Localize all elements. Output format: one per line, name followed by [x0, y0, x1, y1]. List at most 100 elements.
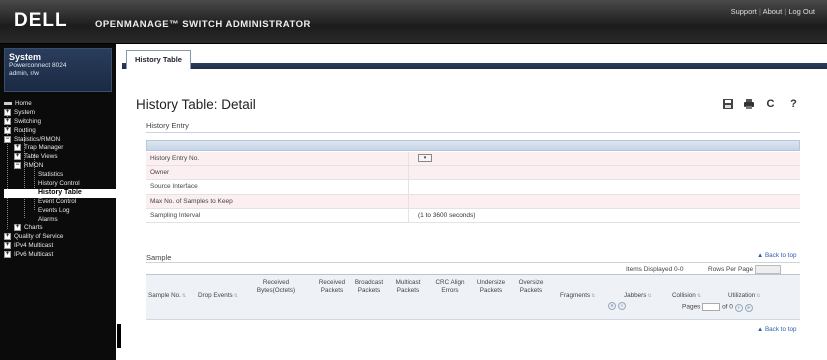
nav-item-ipv4-multicast[interactable]: + IPv4 Multicast [4, 242, 116, 251]
col-sample-no[interactable]: Sample No.⇅ [148, 292, 186, 301]
first-page-icon[interactable]: « [608, 302, 616, 310]
nav-item-switching[interactable]: + Switching [4, 117, 116, 127]
source-interface-label: Source Interface [150, 183, 198, 191]
nav-item-trap-manager[interactable]: + Trap Manager [4, 144, 116, 153]
expand-icon[interactable]: + [14, 224, 21, 232]
form-row-source-interface: Source Interface [146, 180, 800, 195]
section-rule [146, 262, 800, 263]
scrollbar-thumb[interactable] [117, 324, 121, 348]
save-icon[interactable] [721, 98, 734, 111]
col-jabbers[interactable]: Jabbers⇅ [624, 292, 652, 301]
tab-history-table[interactable]: History Table [126, 50, 191, 69]
expand-icon[interactable]: + [4, 126, 11, 134]
nav-item-history-control[interactable]: History Control [4, 180, 116, 189]
expand-icon[interactable]: + [4, 117, 11, 125]
nav-item-table-views[interactable]: + Table Views [4, 153, 116, 162]
col-received-packets[interactable]: Received Packets [318, 279, 346, 294]
nav-item-rmon[interactable]: − RMON [4, 162, 116, 171]
page-toolbar: C ? [721, 98, 811, 112]
col-multicast-packets[interactable]: Multicast Packets [392, 279, 424, 294]
history-entry-header-row [146, 140, 800, 151]
col-collision[interactable]: Collision⇅ [672, 292, 701, 301]
prev-page-icon[interactable]: ‹ [617, 302, 626, 310]
expand-icon[interactable]: + [14, 153, 21, 161]
expand-icon[interactable]: + [4, 251, 11, 259]
system-user: admin, r/w [9, 70, 39, 77]
help-icon[interactable]: ? [787, 98, 800, 111]
expand-icon[interactable]: + [4, 233, 11, 241]
tab-bar: History Table [122, 44, 827, 70]
section-rule [146, 132, 800, 133]
tab-strip [122, 63, 827, 69]
system-info-box[interactable]: System Powerconnect 8024 admin, r/w [4, 48, 112, 92]
system-title: System [9, 52, 42, 62]
page-title: History Table: Detail [136, 97, 256, 112]
dropdown-arrow-icon[interactable]: ▾ [418, 154, 432, 163]
app-title: OPENMANAGE™ SWITCH ADMINISTRATOR [95, 19, 311, 30]
nav-item-event-control[interactable]: Event Control [4, 198, 116, 207]
pagination: Pages of 0 › » [682, 303, 753, 312]
link-separator: | [784, 7, 787, 16]
print-icon[interactable] [742, 98, 755, 111]
form-row-history-entry-no: History Entry No. ▾ [146, 152, 800, 167]
form-row-sampling-interval: Sampling Interval (1 to 3600 seconds) [146, 208, 800, 223]
nav-tree: Home + System + Switching + Routing − Statis… [4, 100, 116, 260]
collapse-icon[interactable]: − [14, 162, 21, 170]
col-fragments[interactable]: Fragments⇅ [560, 292, 595, 301]
last-page-icon[interactable]: » [744, 303, 753, 312]
nav-item-system[interactable]: + System [4, 108, 116, 118]
system-model: Powerconnect 8024 [9, 62, 67, 69]
col-undersize-packets[interactable]: Undersize Packets [474, 279, 508, 294]
nav-item-charts[interactable]: + Charts [4, 224, 116, 233]
form-row-owner: Owner [146, 166, 800, 181]
about-link[interactable]: About [763, 7, 783, 16]
back-to-top-link-bottom[interactable]: ▲ Back to top [757, 326, 797, 333]
page-number-input[interactable] [702, 303, 721, 311]
sample-table: Sample No.⇅ Drop Events⇅ Received Bytes(… [146, 274, 800, 320]
owner-label: Owner [150, 169, 170, 177]
sidebar-scrollbar[interactable] [116, 44, 126, 360]
dell-logo: DELL [14, 10, 68, 31]
nav-item-history-table[interactable]: History Table [4, 188, 116, 198]
next-page-icon[interactable]: › [734, 303, 743, 312]
expand-icon[interactable]: + [4, 242, 11, 250]
sampling-interval-label: Sampling Interval [150, 211, 201, 219]
nav-item-alarms[interactable]: Alarms [4, 216, 116, 225]
sidebar: System Powerconnect 8024 admin, r/w Home… [0, 44, 116, 360]
col-utilization[interactable]: Utilization⇅ [728, 292, 761, 301]
rows-per-page-select[interactable] [754, 265, 781, 274]
col-crc-align-errors[interactable]: CRC Align Errors [432, 279, 468, 294]
expand-icon[interactable]: + [4, 108, 11, 116]
expand-icon[interactable]: + [14, 144, 21, 152]
nav-item-home[interactable]: Home [4, 100, 116, 109]
pagination-prev: « ‹ [608, 302, 626, 310]
link-separator: | [758, 7, 761, 16]
col-drop-events[interactable]: Drop Events⇅ [198, 292, 238, 301]
sampling-interval-value: (1 to 3600 seconds) [418, 211, 476, 219]
nav-item-statistics-rmon[interactable]: − Statistics/RMON [4, 135, 116, 145]
rows-per-page: Rows Per Page [708, 265, 781, 274]
home-icon [4, 101, 12, 105]
form-row-max-samples: Max No. of Samples to Keep [146, 194, 800, 209]
col-received-bytes[interactable]: Received Bytes(Octets) [254, 279, 298, 294]
support-link[interactable]: Support [731, 7, 757, 16]
refresh-icon[interactable]: C [764, 98, 777, 111]
nav-item-qos[interactable]: + Quality of Service [4, 233, 116, 242]
items-displayed: Items Displayed 0-0 [626, 266, 684, 273]
max-samples-label: Max No. of Samples to Keep [150, 197, 233, 205]
history-entry-no-select[interactable]: ▾ [418, 152, 432, 166]
sample-heading: Sample [146, 253, 172, 262]
history-entry-no-label: History Entry No. [150, 155, 200, 162]
nav-item-rmon-statistics[interactable]: Statistics [4, 171, 116, 180]
nav-item-ipv6-multicast[interactable]: + IPv6 Multicast [4, 251, 116, 260]
logout-link[interactable]: Log Out [788, 7, 815, 16]
app-header: DELL OPENMANAGE™ SWITCH ADMINISTRATOR Su… [0, 0, 827, 44]
top-links: Support | About | Log Out [731, 7, 815, 16]
col-oversize-packets[interactable]: Oversize Packets [514, 279, 548, 294]
nav-item-routing[interactable]: + Routing [4, 126, 116, 136]
nav-item-events-log[interactable]: Events Log [4, 207, 116, 216]
col-broadcast-packets[interactable]: Broadcast Packets [352, 279, 386, 294]
collapse-icon[interactable]: − [4, 135, 11, 143]
back-to-top-link[interactable]: ▲ Back to top [757, 252, 797, 259]
history-entry-heading: History Entry [146, 121, 189, 130]
